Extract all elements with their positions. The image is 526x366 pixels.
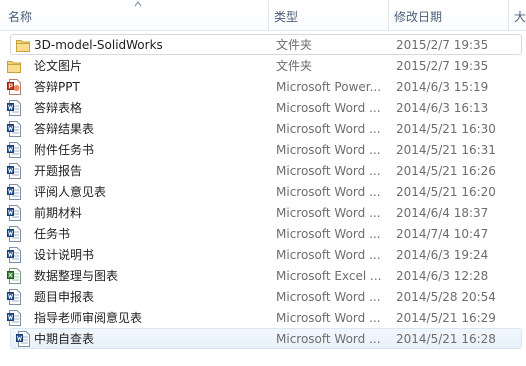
file-row[interactable]: 题目申报表 Microsoft Word ... 2014/5/28 20:54 [0, 286, 526, 307]
word-file-icon [7, 310, 21, 326]
file-date-modified: 2014/6/3 16:13 [396, 101, 489, 115]
file-date-modified: 2014/6/4 18:37 [396, 206, 489, 220]
file-date-modified: 2014/6/3 15:19 [396, 80, 489, 94]
file-name: 论文图片 [34, 59, 83, 73]
file-row[interactable]: 开题报告 Microsoft Word ... 2014/5/21 16:26 [0, 160, 526, 181]
file-type: Microsoft Word ... [276, 290, 381, 304]
file-name: 设计说明书 [34, 248, 95, 262]
folder-icon [7, 58, 21, 74]
file-row[interactable]: 评阅人意见表 Microsoft Word ... 2014/5/21 16:20 [0, 181, 526, 202]
file-type: Microsoft Word ... [276, 185, 381, 199]
file-name: 开题报告 [34, 164, 83, 178]
column-header-bar: 名称 类型 修改日期 大 [0, 0, 526, 31]
word-file-icon [7, 205, 21, 221]
word-file-icon [7, 289, 21, 305]
file-name: 指导老师审阅意见表 [34, 311, 143, 325]
file-type: Microsoft Excel ... [276, 269, 382, 283]
powerpoint-file-icon [7, 79, 21, 95]
file-date-modified: 2015/2/7 19:35 [396, 38, 489, 52]
file-type: Microsoft Word ... [276, 101, 381, 115]
file-row[interactable]: 中期自查表 Microsoft Word ... 2014/5/21 16:28 [10, 328, 522, 349]
column-header-size[interactable]: 大 [508, 0, 526, 30]
file-row[interactable]: 数据整理与图表 Microsoft Excel ... 2014/6/3 12:28 [0, 265, 526, 286]
file-date-modified: 2015/2/7 19:35 [396, 59, 489, 73]
file-type: Microsoft Word ... [276, 164, 381, 178]
file-type: Microsoft Word ... [276, 143, 381, 157]
file-name: 任务书 [34, 227, 71, 241]
file-name: 答辩结果表 [34, 122, 95, 136]
file-type: Microsoft Word ... [276, 311, 381, 325]
file-name: 中期自查表 [34, 332, 95, 346]
file-type: 文件夹 [276, 38, 313, 52]
file-date-modified: 2014/6/3 12:28 [396, 269, 489, 283]
word-file-icon [7, 142, 21, 158]
file-name: 数据整理与图表 [34, 269, 119, 283]
file-date-modified: 2014/5/21 16:31 [396, 143, 496, 157]
file-type: Microsoft Word ... [276, 122, 381, 136]
file-row[interactable]: 答辩结果表 Microsoft Word ... 2014/5/21 16:30 [0, 118, 526, 139]
word-file-icon [7, 226, 21, 242]
file-type: Microsoft Word ... [276, 206, 381, 220]
column-header-type[interactable]: 类型 [268, 0, 388, 30]
file-date-modified: 2014/5/28 20:54 [396, 290, 496, 304]
file-row[interactable]: 指导老师审阅意见表 Microsoft Word ... 2014/5/21 16:… [0, 307, 526, 328]
file-date-modified: 2014/6/3 19:24 [396, 248, 489, 262]
file-row[interactable]: 答辩PPT Microsoft Power... 2014/6/3 15:19 [0, 76, 526, 97]
file-name: 答辩PPT [34, 80, 80, 94]
file-row[interactable]: 3D-model-SolidWorks 文件夹 2015/2/7 19:35 [10, 34, 522, 55]
file-name: 答辩表格 [34, 101, 83, 115]
file-name: 前期材料 [34, 206, 83, 220]
word-file-icon [7, 247, 21, 263]
file-type: Microsoft Word ... [276, 227, 381, 241]
file-type: Microsoft Word ... [276, 332, 381, 346]
file-row[interactable]: 附件任务书 Microsoft Word ... 2014/5/21 16:31 [0, 139, 526, 160]
word-file-icon [7, 184, 21, 200]
file-name: 评阅人意见表 [34, 185, 107, 199]
word-file-icon [7, 163, 21, 179]
word-file-icon [16, 331, 30, 347]
file-date-modified: 2014/7/4 10:47 [396, 227, 489, 241]
file-name: 题目申报表 [34, 290, 95, 304]
file-row[interactable]: 前期材料 Microsoft Word ... 2014/6/4 18:37 [0, 202, 526, 223]
word-file-icon [7, 100, 21, 116]
file-type: Microsoft Word ... [276, 248, 381, 262]
file-date-modified: 2014/5/21 16:30 [396, 122, 496, 136]
column-header-date-modified[interactable]: 修改日期 [388, 0, 508, 30]
file-date-modified: 2014/5/21 16:29 [396, 311, 496, 325]
file-type: 文件夹 [276, 59, 313, 73]
file-rows: 3D-model-SolidWorks 文件夹 2015/2/7 19:35 论文图片… [0, 34, 526, 349]
word-file-icon [7, 121, 21, 137]
file-name: 3D-model-SolidWorks [34, 38, 163, 52]
sort-ascending-icon [134, 1, 142, 7]
file-row[interactable]: 论文图片 文件夹 2015/2/7 19:35 [0, 55, 526, 76]
excel-file-icon [7, 268, 21, 284]
file-list-view: 名称 类型 修改日期 大 3D-model-SolidWorks 文件夹 2015/… [0, 0, 526, 366]
file-name: 附件任务书 [34, 143, 95, 157]
file-row[interactable]: 任务书 Microsoft Word ... 2014/7/4 10:47 [0, 223, 526, 244]
file-date-modified: 2014/5/21 16:20 [396, 185, 496, 199]
file-type: Microsoft Power... [276, 80, 382, 94]
file-row[interactable]: 设计说明书 Microsoft Word ... 2014/6/3 19:24 [0, 244, 526, 265]
folder-icon [16, 37, 30, 53]
file-date-modified: 2014/5/21 16:28 [396, 332, 496, 346]
file-date-modified: 2014/5/21 16:26 [396, 164, 496, 178]
file-row[interactable]: 答辩表格 Microsoft Word ... 2014/6/3 16:13 [0, 97, 526, 118]
